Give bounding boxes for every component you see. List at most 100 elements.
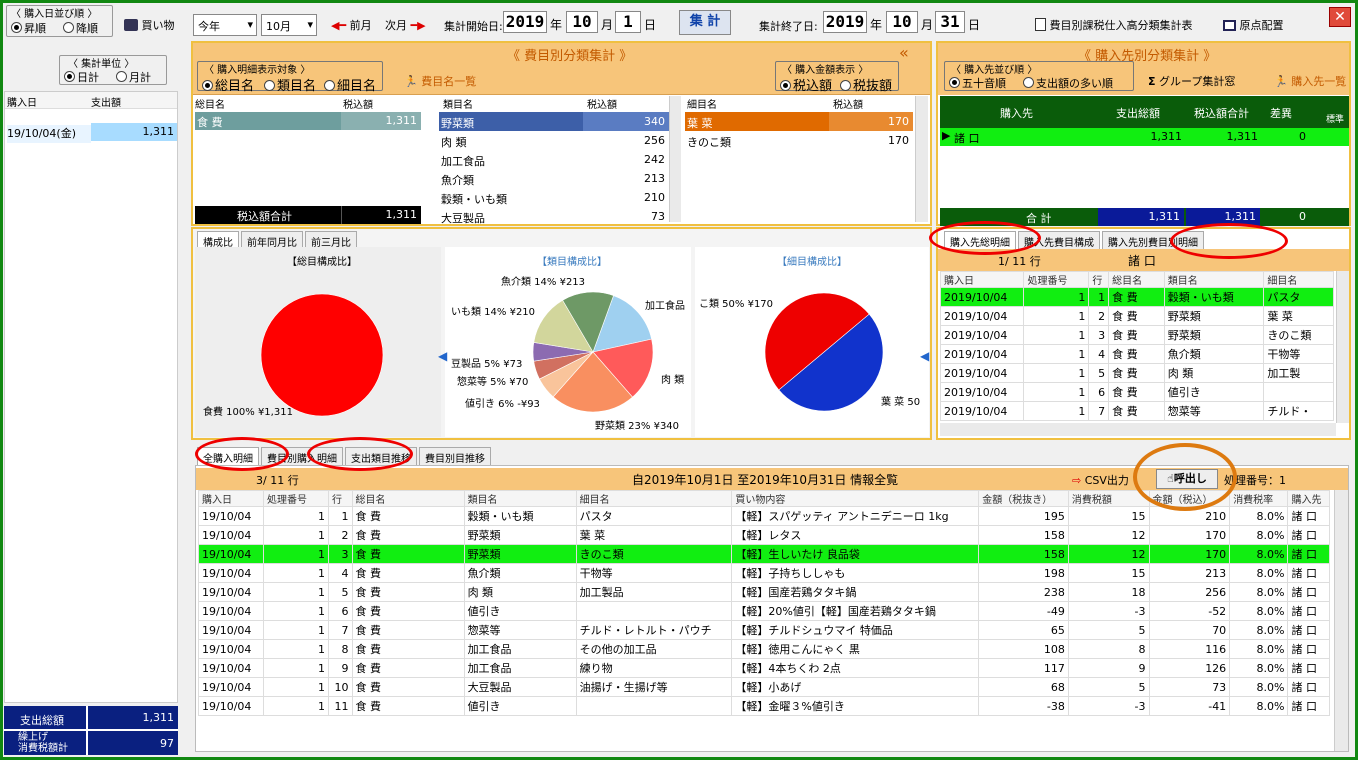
unit-group-label: 〈 集計単位 〉	[68, 59, 135, 70]
column-header[interactable]: 類目名	[463, 490, 577, 507]
table-row[interactable]: 19/10/04 1 7 食 費惣菜等 チルド・レトルト・パウチ 【軽】チルドシュウマイ …	[198, 620, 1330, 640]
month-select[interactable]: 10月	[261, 14, 317, 36]
table-row[interactable]: 19/10/04 1 11 食 費値引き 【軽】金曜３%値引き -38 -3 -41 8.0% 諸…	[198, 696, 1330, 716]
table-row[interactable]: きのこ類 170	[685, 131, 913, 150]
column-header[interactable]: 購入日	[939, 271, 1025, 288]
table-row[interactable]: 加工食品 242	[439, 150, 669, 169]
incl-radio[interactable]: 税込額	[780, 75, 832, 94]
shop-list-button[interactable]: 🏃 購入先一覧	[1274, 73, 1346, 89]
column-header[interactable]: 細目名	[575, 490, 733, 507]
column-header[interactable]: 行	[1088, 271, 1110, 288]
daily-radio[interactable]: 日計	[64, 69, 99, 85]
report-button[interactable]: 費目別課税仕入高分類集計表	[1035, 17, 1193, 33]
gojuon-radio[interactable]: 五十音順	[949, 75, 1006, 91]
table-row[interactable]: 穀類・いも類 210	[439, 188, 669, 207]
calculate-button[interactable]: 集 計	[679, 10, 731, 35]
table-cell: 9	[1067, 658, 1150, 678]
year-select[interactable]: 今年	[193, 14, 257, 36]
prev-month-button[interactable]: ◀━ 前月	[331, 17, 372, 33]
column-header[interactable]: 消費税額	[1067, 490, 1150, 507]
table-row[interactable]: 魚介類 213	[439, 169, 669, 188]
shopping-button[interactable]: 買い物	[124, 17, 175, 33]
close-button[interactable]: ✕	[1329, 7, 1351, 27]
table-row[interactable]: 2019/10/04 1 5 食 費肉 類加工製	[939, 363, 1334, 383]
table-cell: 210	[1148, 506, 1231, 526]
start-month-field[interactable]: 10	[566, 11, 598, 33]
monthly-radio[interactable]: 月計	[116, 69, 151, 85]
table-row[interactable]: 2019/10/04 1 6 食 費値引き	[939, 382, 1334, 402]
table-cell	[575, 696, 733, 716]
csv-button[interactable]: ⇨ CSV出力	[1072, 472, 1129, 488]
shop-detail-hscroll[interactable]	[940, 423, 1336, 436]
table-row[interactable]: 19/10/04 1 8 食 費加工食品 その他の加工品 【軽】徳用こんにゃく 黒 108 8…	[198, 639, 1330, 659]
table-row[interactable]: 大豆製品 73	[439, 207, 669, 226]
start-date-label: 集計開始日:	[444, 20, 503, 33]
column-header[interactable]: 金額（税込）	[1148, 490, 1231, 507]
app-window: 〈 購入日並び順 〉 昇順 降順 買い物 今年 10月 ◀━ 前月 次月 ━▶ …	[3, 3, 1355, 757]
table-row[interactable]: 葉 菜 170	[685, 112, 913, 131]
table-row[interactable]: 2019/10/04 1 7 食 費惣菜等 チルド・	[939, 401, 1334, 421]
start-year-field[interactable]: 2019	[503, 11, 547, 33]
end-year-field[interactable]: 2019	[823, 11, 867, 33]
table-row[interactable]: 食 費 1,311	[195, 112, 421, 130]
table-row[interactable]: 肉 類 256	[439, 131, 669, 150]
sai-radio[interactable]: 細目名	[324, 75, 376, 94]
column-header[interactable]: 金額（税抜き）	[978, 490, 1069, 507]
table-row[interactable]: 19/10/04 1 9 食 費加工食品 練り物 【軽】4本ちくわ 2点 117 9 126 8.…	[198, 658, 1330, 678]
shop-detail-vscroll[interactable]	[1336, 271, 1349, 423]
desc-radio[interactable]: 降順	[63, 20, 98, 36]
purchase-scrollbar[interactable]	[1334, 490, 1348, 751]
table-cell: 1	[1023, 344, 1090, 364]
column-header[interactable]: 類目名	[1163, 271, 1265, 288]
column-header[interactable]: 購入日	[198, 490, 264, 507]
himoku-list-button[interactable]: 🏃 費目名一覧	[404, 73, 476, 89]
column-header[interactable]: 買い物内容	[731, 490, 980, 507]
collapse-icon[interactable]: «	[899, 43, 909, 62]
table-row[interactable]: 2019/10/04 1 3 食 費野菜類 きのこ類	[939, 325, 1334, 345]
shop-sort-group: 〈 購入先並び順 〉 五十音順 支出額の多い順	[944, 61, 1134, 91]
origin-position-button[interactable]: 原点配置	[1223, 17, 1284, 33]
table-row[interactable]: 19/10/04 1 3 食 費野菜類 きのこ類 【軽】生しいたけ 良品袋 158 12 170…	[198, 544, 1330, 564]
column-header[interactable]: 処理番号	[1023, 271, 1090, 288]
rui-scrollbar[interactable]	[669, 96, 681, 222]
end-day-field[interactable]: 31	[935, 11, 965, 33]
table-row[interactable]: 19/10/04 1 5 食 費肉 類加工製品 【軽】国産若鶏タタキ鍋 238 18 256 8…	[198, 582, 1330, 602]
table-row[interactable]: 2019/10/04 1 2 食 費野菜類葉 菜	[939, 306, 1334, 326]
call-button[interactable]: ☝呼出し	[1156, 469, 1218, 489]
sai-scrollbar[interactable]	[915, 96, 928, 222]
total-label: 支出総額	[4, 706, 86, 729]
table-row[interactable]: 野菜類 340	[439, 112, 669, 131]
asc-radio[interactable]: 昇順	[11, 20, 46, 36]
spending-radio[interactable]: 支出額の多い順	[1023, 75, 1113, 91]
table-row[interactable]: ▶ 諸 口 1,311 1,311 0	[940, 128, 1349, 146]
table-row[interactable]: 2019/10/04 1 1 食 費穀類・いも類 パスタ	[939, 287, 1334, 307]
table-cell: 諸 口	[1287, 525, 1330, 545]
expand-right-icon[interactable]: ◀	[920, 349, 929, 363]
sou-radio[interactable]: 総目名	[202, 75, 254, 94]
table-row[interactable]: 19/10/04 1 6 食 費値引き 【軽】20%値引【軽】国産若鶏タタキ鍋 -49 -3…	[198, 601, 1330, 621]
group-window-button[interactable]: Σ グループ集計窓	[1148, 73, 1235, 89]
table-row[interactable]: 19/10/04 1 4 食 費魚介類 干物等 【軽】子持ちししゃも 198 15 213 8.0…	[198, 563, 1330, 583]
table-row[interactable]: 2019/10/04 1 4 食 費魚介類 干物等	[939, 344, 1334, 364]
himoku-title: 《 費目別分類集計 》	[507, 49, 633, 64]
col-sou: 総目名	[195, 100, 225, 111]
column-header[interactable]: 総目名	[1108, 271, 1165, 288]
column-header[interactable]: 総目名	[351, 490, 465, 507]
list-item[interactable]: 19/10/04(金) 1,311	[5, 123, 177, 143]
rui-radio[interactable]: 類目名	[264, 75, 316, 94]
column-header[interactable]: 消費税率	[1229, 490, 1289, 507]
excl-radio[interactable]: 税抜額	[840, 75, 892, 94]
expand-left-icon[interactable]: ◀	[438, 349, 447, 363]
table-row[interactable]: 19/10/04 1 10 食 費大豆製品 油揚げ・生揚げ等 【軽】小あげ 68 5 73 8.0…	[198, 677, 1330, 697]
column-header[interactable]: 購入先	[1287, 490, 1330, 507]
column-header[interactable]: 処理番号	[262, 490, 329, 507]
next-month-button[interactable]: 次月 ━▶	[385, 17, 426, 33]
table-row[interactable]: 19/10/04 1 1 食 費穀類・いも類 パスタ 【軽】スパゲッティ アントニデニーロ…	[198, 506, 1330, 526]
column-header[interactable]: 細目名	[1263, 271, 1334, 288]
end-month-field[interactable]: 10	[886, 11, 918, 33]
column-header[interactable]: 行	[327, 490, 353, 507]
table-cell: その他の加工品	[575, 639, 733, 659]
start-day-field[interactable]: 1	[615, 11, 641, 33]
table-row[interactable]: 19/10/04 1 2 食 費野菜類葉 菜【軽】レタス 158 12 170 8.0% 諸 口	[198, 525, 1330, 545]
table-cell: 食 費	[1108, 287, 1165, 307]
